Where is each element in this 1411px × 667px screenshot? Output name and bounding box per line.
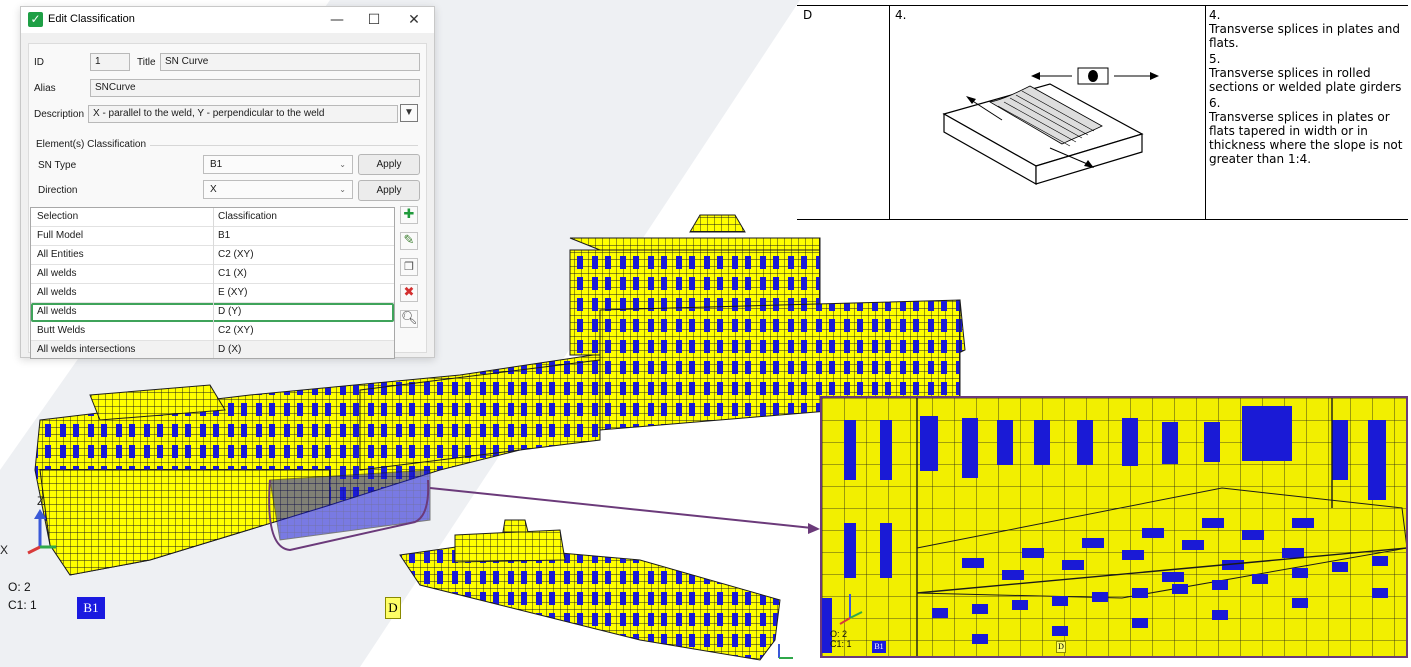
chevron-down-icon: ▼ (404, 107, 414, 118)
axis-triad (27, 509, 56, 555)
detail-item-text: Transverse splices in rolled sections or… (1209, 66, 1402, 94)
dialog-title: Edit Classification (48, 13, 135, 25)
close-button[interactable]: ✕ (401, 10, 427, 30)
zoom-status-o: O: 2 (830, 629, 848, 639)
zoom-sn-tag-b1: B1 (872, 641, 886, 653)
dialog-titlebar[interactable]: ✓ Edit Classification — ☐ ✕ (21, 7, 434, 33)
id-label: ID (34, 57, 44, 68)
description-field[interactable]: X - parallel to the weld, Y - perpendicu… (88, 105, 398, 123)
chevron-down-icon: ⌄ (339, 160, 346, 169)
chevron-down-icon: ⌄ (339, 185, 346, 194)
direction-label: Direction (38, 185, 78, 196)
minimize-button[interactable]: — (324, 10, 350, 30)
direction-value: X (210, 184, 217, 195)
checkmark-app-icon: ✓ (28, 12, 43, 27)
apply-direction-button[interactable]: Apply (358, 180, 420, 201)
section-divider (150, 145, 418, 146)
alias-label: Alias (34, 83, 56, 94)
sn-type-label: SN Type (38, 160, 77, 171)
axis-z-label: Z (37, 494, 45, 508)
detail-item: 4. Transverse splices in plates and flats… (1209, 8, 1405, 50)
zoom-mesh-view (822, 398, 1406, 656)
axis-x-label: X (0, 543, 9, 557)
detail-item-text: Transverse splices in plates and flats. (1209, 22, 1400, 50)
ship-overview-model[interactable] (390, 515, 810, 665)
sn-type-value: B1 (210, 159, 223, 170)
description-dropdown-button[interactable]: ▼ (400, 104, 418, 122)
detail-item: 5. Transverse splices in rolled sections … (1209, 52, 1405, 94)
detail-number: 4. (895, 8, 907, 22)
standard-detail-table: D 4. 4. Transverse splices in plates and … (797, 5, 1408, 220)
detail-category: D (803, 8, 813, 22)
zoom-detail-panel[interactable]: O: 2 C1: 1 B1 D (820, 396, 1408, 658)
maximize-button[interactable]: ☐ (361, 10, 387, 30)
detail-item-num: 6. (1209, 96, 1221, 110)
zoom-sn-tag-d: D (1056, 641, 1066, 653)
weld-detail-drawing (942, 67, 1159, 186)
title-field[interactable]: SN Curve (160, 53, 420, 71)
detail-item: 6. Transverse splices in plates or flats … (1209, 96, 1405, 166)
direction-select[interactable]: X ⌄ (203, 180, 353, 199)
zoom-status-c1: C1: 1 (830, 639, 852, 649)
column-divider (1205, 6, 1206, 219)
detail-item-num: 4. (1209, 8, 1221, 22)
id-field[interactable]: 1 (90, 53, 130, 71)
status-c1: C1: 1 (8, 598, 37, 612)
sn-tag-b1: B1 (77, 597, 105, 619)
detail-descriptions: 4. Transverse splices in plates and flats… (1209, 8, 1405, 168)
title-label: Title (137, 57, 156, 68)
sn-type-select[interactable]: B1 ⌄ (203, 155, 353, 174)
alias-field[interactable]: SNCurve (90, 79, 420, 97)
section-title: Element(s) Classification (36, 139, 147, 150)
status-o: O: 2 (8, 580, 31, 594)
apply-sn-type-button[interactable]: Apply (358, 154, 420, 175)
detail-item-text: Transverse splices in plates or flats ta… (1209, 110, 1403, 166)
description-label: Description (34, 109, 85, 120)
column-divider (889, 6, 890, 219)
detail-item-num: 5. (1209, 52, 1221, 66)
small-axis-triad (778, 644, 793, 659)
